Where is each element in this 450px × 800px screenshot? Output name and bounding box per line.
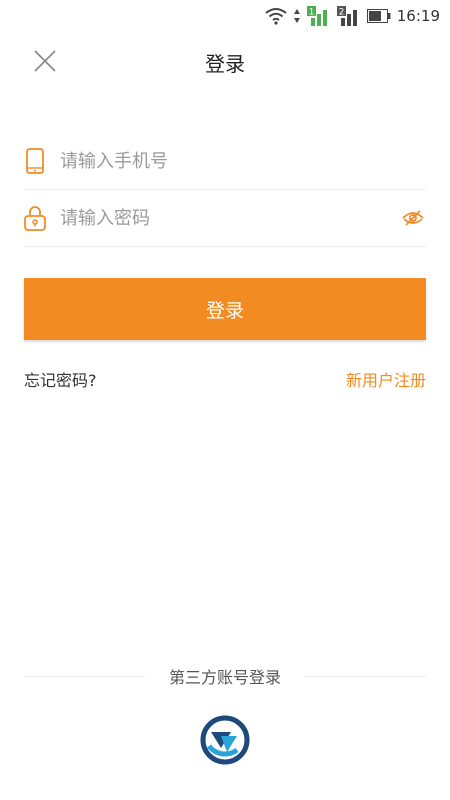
status-bar: 1 2 16:19 — [0, 0, 450, 32]
auth-links: 忘记密码? 新用户注册 — [24, 367, 426, 391]
phone-icon — [24, 148, 46, 174]
signal-sim1-icon: 1 — [306, 6, 331, 26]
divider-left — [24, 675, 145, 677]
status-time: 16:19 — [396, 7, 440, 25]
password-field-row — [24, 190, 426, 247]
forgot-password-link[interactable]: 忘记密码? — [24, 367, 97, 391]
phone-field-row — [24, 133, 426, 190]
third-party-title: 第三方账号登录 — [24, 665, 427, 687]
wifi-icon — [265, 7, 287, 25]
battery-icon — [366, 9, 391, 23]
third-party-label: 第三方账号登录 — [169, 668, 282, 687]
eye-off-icon — [402, 210, 424, 226]
data-arrows-icon — [293, 8, 301, 24]
register-link[interactable]: 新用户注册 — [346, 367, 426, 391]
password-visibility-toggle[interactable] — [400, 205, 426, 231]
page-title: 登录 — [205, 52, 245, 76]
third-party-logo-icon — [200, 715, 250, 765]
phone-input[interactable] — [58, 149, 426, 173]
svg-text:2: 2 — [338, 8, 344, 18]
third-party-login-logo-button[interactable] — [197, 712, 253, 768]
header: 登录 — [0, 38, 450, 82]
lock-icon — [24, 205, 46, 231]
signal-sim2-icon: 2 — [336, 6, 361, 26]
login-button[interactable]: 登录 — [24, 278, 426, 340]
svg-text:1: 1 — [308, 8, 314, 18]
password-input[interactable] — [58, 206, 400, 230]
divider-right — [305, 675, 427, 677]
